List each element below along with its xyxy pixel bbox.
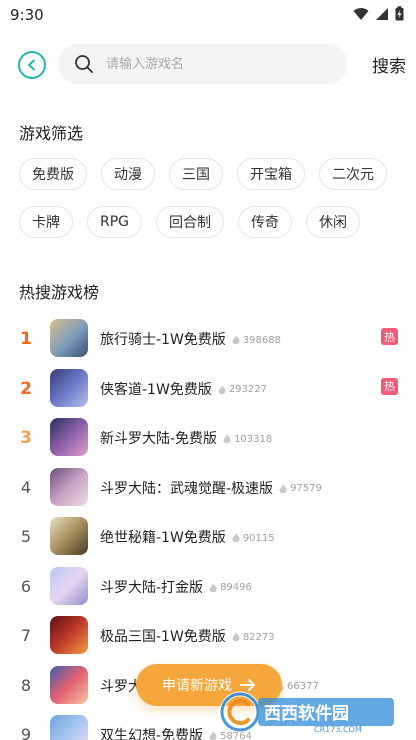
list-item[interactable]: 2 侠客道-1W免费版 293227 热 bbox=[0, 365, 416, 415]
hot-badge: 热 bbox=[381, 328, 398, 345]
search-box[interactable] bbox=[58, 44, 348, 84]
list-item[interactable]: 4 斗罗大陆：武魂觉醒-极速版 97579 bbox=[0, 464, 416, 514]
heat-count: 103318 bbox=[223, 434, 272, 445]
hot-badge: 热 bbox=[381, 377, 398, 395]
search-icon bbox=[75, 55, 93, 73]
tag-acg[interactable]: 二次元 bbox=[319, 158, 387, 190]
game-name: 极品三国-1W免费版 82273 bbox=[100, 629, 275, 645]
rank-number: 4 bbox=[20, 477, 32, 497]
flame-icon bbox=[232, 533, 240, 543]
rank-number: 8 bbox=[20, 675, 32, 695]
rank-number: 2 bbox=[20, 378, 32, 399]
heat-count: 82273 bbox=[232, 632, 275, 643]
site-watermark: 西西软件园 CR173.COM bbox=[218, 690, 398, 734]
tag-chest[interactable]: 开宝箱 bbox=[237, 158, 305, 190]
tag-legend[interactable]: 传奇 bbox=[238, 206, 293, 238]
rank-number: 5 bbox=[20, 527, 32, 546]
flame-icon bbox=[223, 434, 231, 444]
list-item[interactable]: 5 绝世秘籍-1W免费版 90115 bbox=[0, 513, 416, 563]
watermark-text: 西西软件园 bbox=[264, 703, 349, 724]
tag-anime[interactable]: 动漫 bbox=[101, 158, 155, 190]
rank-number: 9 bbox=[20, 725, 32, 740]
game-thumbnail bbox=[50, 566, 88, 605]
heat-count: 90115 bbox=[232, 533, 275, 544]
game-thumbnail bbox=[50, 616, 88, 654]
heat-count: 293227 bbox=[218, 384, 267, 395]
rank-number: 1 bbox=[20, 329, 32, 349]
tag-rpg[interactable]: RPG bbox=[87, 206, 143, 238]
status-bar: 9:30 bbox=[0, 0, 416, 30]
flame-icon bbox=[232, 335, 240, 345]
battery-icon bbox=[395, 6, 404, 21]
search-input[interactable] bbox=[106, 44, 336, 84]
tag-casual[interactable]: 休闲 bbox=[306, 206, 361, 238]
search-button[interactable]: 搜索 bbox=[372, 52, 406, 77]
list-item[interactable]: 1 旅行骑士-1W免费版 398688 热 bbox=[0, 315, 416, 365]
tag-free[interactable]: 免费版 bbox=[19, 158, 87, 190]
game-name: 斗罗大陆：武魂觉醒-极速版 97579 bbox=[100, 480, 322, 497]
rank-number: 7 bbox=[20, 626, 32, 645]
flame-icon bbox=[279, 483, 287, 493]
flame-icon bbox=[218, 384, 226, 394]
game-name: 新斗罗大陆-免费版 103318 bbox=[100, 431, 273, 447]
game-thumbnail bbox=[50, 665, 88, 704]
tag-three-kingdoms[interactable]: 三国 bbox=[169, 158, 223, 190]
tag-turn-based[interactable]: 回合制 bbox=[156, 206, 225, 238]
hot-list-title: 热搜游戏榜 bbox=[19, 283, 100, 302]
list-item[interactable]: 3 新斗罗大陆-免费版 103318 bbox=[0, 414, 416, 464]
game-name: 斗罗大陆-打金版 89496 bbox=[100, 579, 252, 596]
list-item[interactable]: 7 极品三国-1W免费版 82273 bbox=[0, 612, 416, 662]
wifi-icon bbox=[353, 7, 369, 20]
flame-icon bbox=[209, 731, 217, 740]
game-thumbnail bbox=[50, 467, 88, 506]
game-thumbnail bbox=[50, 418, 88, 456]
signal-icon bbox=[376, 7, 388, 20]
heat-count: 89496 bbox=[209, 582, 252, 593]
list-item[interactable]: 6 斗罗大陆-打金版 89496 bbox=[0, 563, 416, 613]
flame-icon bbox=[232, 632, 240, 642]
game-thumbnail bbox=[50, 319, 88, 357]
filter-tags: 免费版 动漫 三国 开宝箱 二次元 卡牌 RPG 回合制 传奇 休闲 bbox=[19, 158, 409, 238]
status-icons bbox=[353, 6, 404, 21]
filter-title: 游戏筛选 bbox=[19, 124, 84, 143]
back-button[interactable] bbox=[18, 51, 46, 79]
game-thumbnail bbox=[50, 517, 88, 555]
rank-number: 3 bbox=[20, 428, 32, 448]
search-header: 搜索 bbox=[0, 42, 416, 88]
rank-number: 6 bbox=[20, 576, 32, 596]
heat-count: 398688 bbox=[232, 335, 281, 346]
game-name: 绝世秘籍-1W免费版 90115 bbox=[100, 530, 275, 546]
game-thumbnail bbox=[50, 368, 88, 407]
game-name: 侠客道-1W免费版 293227 bbox=[100, 381, 267, 398]
watermark-subtext: CR173.COM bbox=[314, 725, 362, 734]
flame-icon bbox=[209, 582, 217, 592]
tag-card[interactable]: 卡牌 bbox=[19, 206, 73, 238]
chevron-left-icon bbox=[28, 59, 35, 71]
game-name: 旅行骑士-1W免费版 398688 bbox=[100, 332, 281, 348]
status-time: 9:30 bbox=[10, 6, 44, 24]
heat-count: 97579 bbox=[279, 483, 322, 494]
game-thumbnail bbox=[50, 715, 88, 740]
